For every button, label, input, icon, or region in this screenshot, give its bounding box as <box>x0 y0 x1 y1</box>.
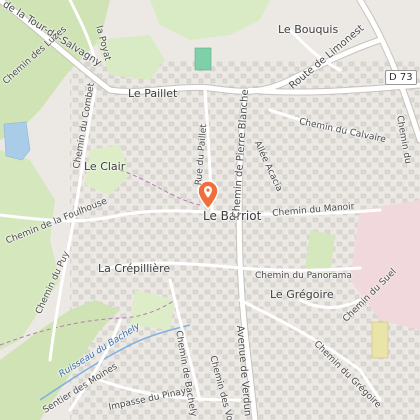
place-label-le-paillet: Le Paillet <box>128 87 178 100</box>
place-label-le-clair: Le Clair <box>84 160 126 173</box>
sports-field <box>371 321 389 359</box>
place-label-le-gregoire: Le Grégoire <box>270 288 334 301</box>
map-canvas[interactable]: Le Bouquis Le Paillet Le Clair Le Barrio… <box>0 0 420 420</box>
place-label-le-bouquis: Le Bouquis <box>278 23 339 36</box>
road-label: Chemin du Panorama <box>255 271 352 281</box>
place-label-la-crepilliere: La Crépillière <box>98 262 171 275</box>
road-shield-d73: D 73 <box>385 70 417 85</box>
lake <box>3 121 31 161</box>
sports-field <box>194 47 212 71</box>
